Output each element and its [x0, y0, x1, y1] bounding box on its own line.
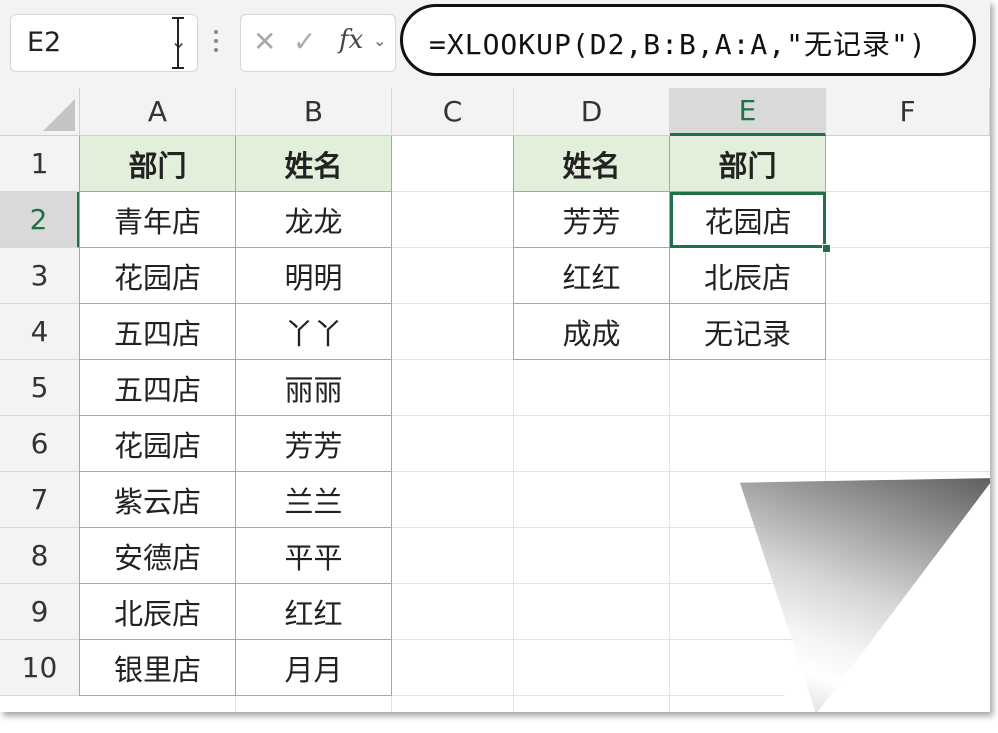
- row-header-1[interactable]: 1: [0, 136, 80, 192]
- row-header-10[interactable]: 10: [0, 640, 80, 696]
- drag-handle-icon[interactable]: [214, 30, 218, 54]
- row-header-8[interactable]: 8: [0, 528, 80, 584]
- table1-cell-name[interactable]: 月月: [236, 640, 392, 696]
- formula-controls: ✕ ✓ fx ⌄: [240, 14, 396, 72]
- table2-cell-name[interactable]: 芳芳: [514, 192, 670, 248]
- insert-function-icon[interactable]: fx: [339, 25, 363, 55]
- table-left-border: [513, 136, 514, 360]
- row-header-7[interactable]: 7: [0, 472, 80, 528]
- formula-input[interactable]: =XLOOKUP(D2,B:B,A:A,"无记录"): [400, 4, 976, 76]
- table1-cell-dept[interactable]: 北辰店: [80, 584, 236, 640]
- table-left-border: [79, 136, 80, 696]
- name-box[interactable]: E2 ⌄: [10, 14, 198, 72]
- column-header-e[interactable]: E: [670, 88, 826, 136]
- table1-cell-dept[interactable]: 花园店: [80, 416, 236, 472]
- table1-cell-dept[interactable]: 青年店: [80, 192, 236, 248]
- name-box-value: E2: [27, 27, 62, 58]
- table2-cell-name[interactable]: 成成: [514, 304, 670, 360]
- active-cell-e2[interactable]: 花园店: [670, 192, 826, 248]
- table1-cell-dept[interactable]: 五四店: [80, 360, 236, 416]
- table1-cell-dept[interactable]: 五四店: [80, 304, 236, 360]
- column-header-a[interactable]: A: [80, 88, 236, 136]
- spreadsheet-window: E2 ⌄ ✕ ✓ fx ⌄ =XLOOKUP(D2,B:B,A:A,"无记录")…: [0, 0, 990, 712]
- row-header-3[interactable]: 3: [0, 248, 80, 304]
- formula-bar-area: E2 ⌄ ✕ ✓ fx ⌄ =XLOOKUP(D2,B:B,A:A,"无记录"): [0, 0, 990, 88]
- column-header-f[interactable]: F: [826, 88, 990, 136]
- text-cursor-icon: [172, 17, 184, 69]
- table1-cell-name[interactable]: 明明: [236, 248, 392, 304]
- formula-text: =XLOOKUP(D2,B:B,A:A,"无记录"): [429, 28, 927, 61]
- table2-cell-name[interactable]: 红红: [514, 248, 670, 304]
- row-header-4[interactable]: 4: [0, 304, 80, 360]
- row-header-5[interactable]: 5: [0, 360, 80, 416]
- select-all-corner[interactable]: [0, 88, 80, 136]
- table1-cell-name[interactable]: 龙龙: [236, 192, 392, 248]
- column-header-d[interactable]: D: [514, 88, 670, 136]
- table2-header-dept[interactable]: 部门: [670, 136, 826, 192]
- table2-header-name[interactable]: 姓名: [514, 136, 670, 192]
- row-header-9[interactable]: 9: [0, 584, 80, 640]
- table1-cell-name[interactable]: 平平: [236, 528, 392, 584]
- fill-handle[interactable]: [822, 244, 831, 253]
- cancel-icon[interactable]: ✕: [253, 25, 276, 58]
- table1-cell-dept[interactable]: 银里店: [80, 640, 236, 696]
- table2-cell-dept[interactable]: 北辰店: [670, 248, 826, 304]
- column-header-c[interactable]: C: [392, 88, 514, 136]
- confirm-icon[interactable]: ✓: [293, 25, 316, 58]
- table2-cell-dept[interactable]: 无记录: [670, 304, 826, 360]
- row-header-6[interactable]: 6: [0, 416, 80, 472]
- table1-cell-dept[interactable]: 花园店: [80, 248, 236, 304]
- table1-cell-name[interactable]: 兰兰: [236, 472, 392, 528]
- chevron-down-icon[interactable]: ⌄: [373, 31, 386, 50]
- row-header-2[interactable]: 2: [0, 192, 80, 248]
- table1-header-name[interactable]: 姓名: [236, 136, 392, 192]
- table1-cell-name[interactable]: 丽丽: [236, 360, 392, 416]
- table1-cell-name[interactable]: 芳芳: [236, 416, 392, 472]
- column-header-b[interactable]: B: [236, 88, 392, 136]
- table1-cell-name[interactable]: 红红: [236, 584, 392, 640]
- table1-cell-dept[interactable]: 紫云店: [80, 472, 236, 528]
- table1-cell-dept[interactable]: 安德店: [80, 528, 236, 584]
- table1-cell-name[interactable]: 丫丫: [236, 304, 392, 360]
- table1-header-dept[interactable]: 部门: [80, 136, 236, 192]
